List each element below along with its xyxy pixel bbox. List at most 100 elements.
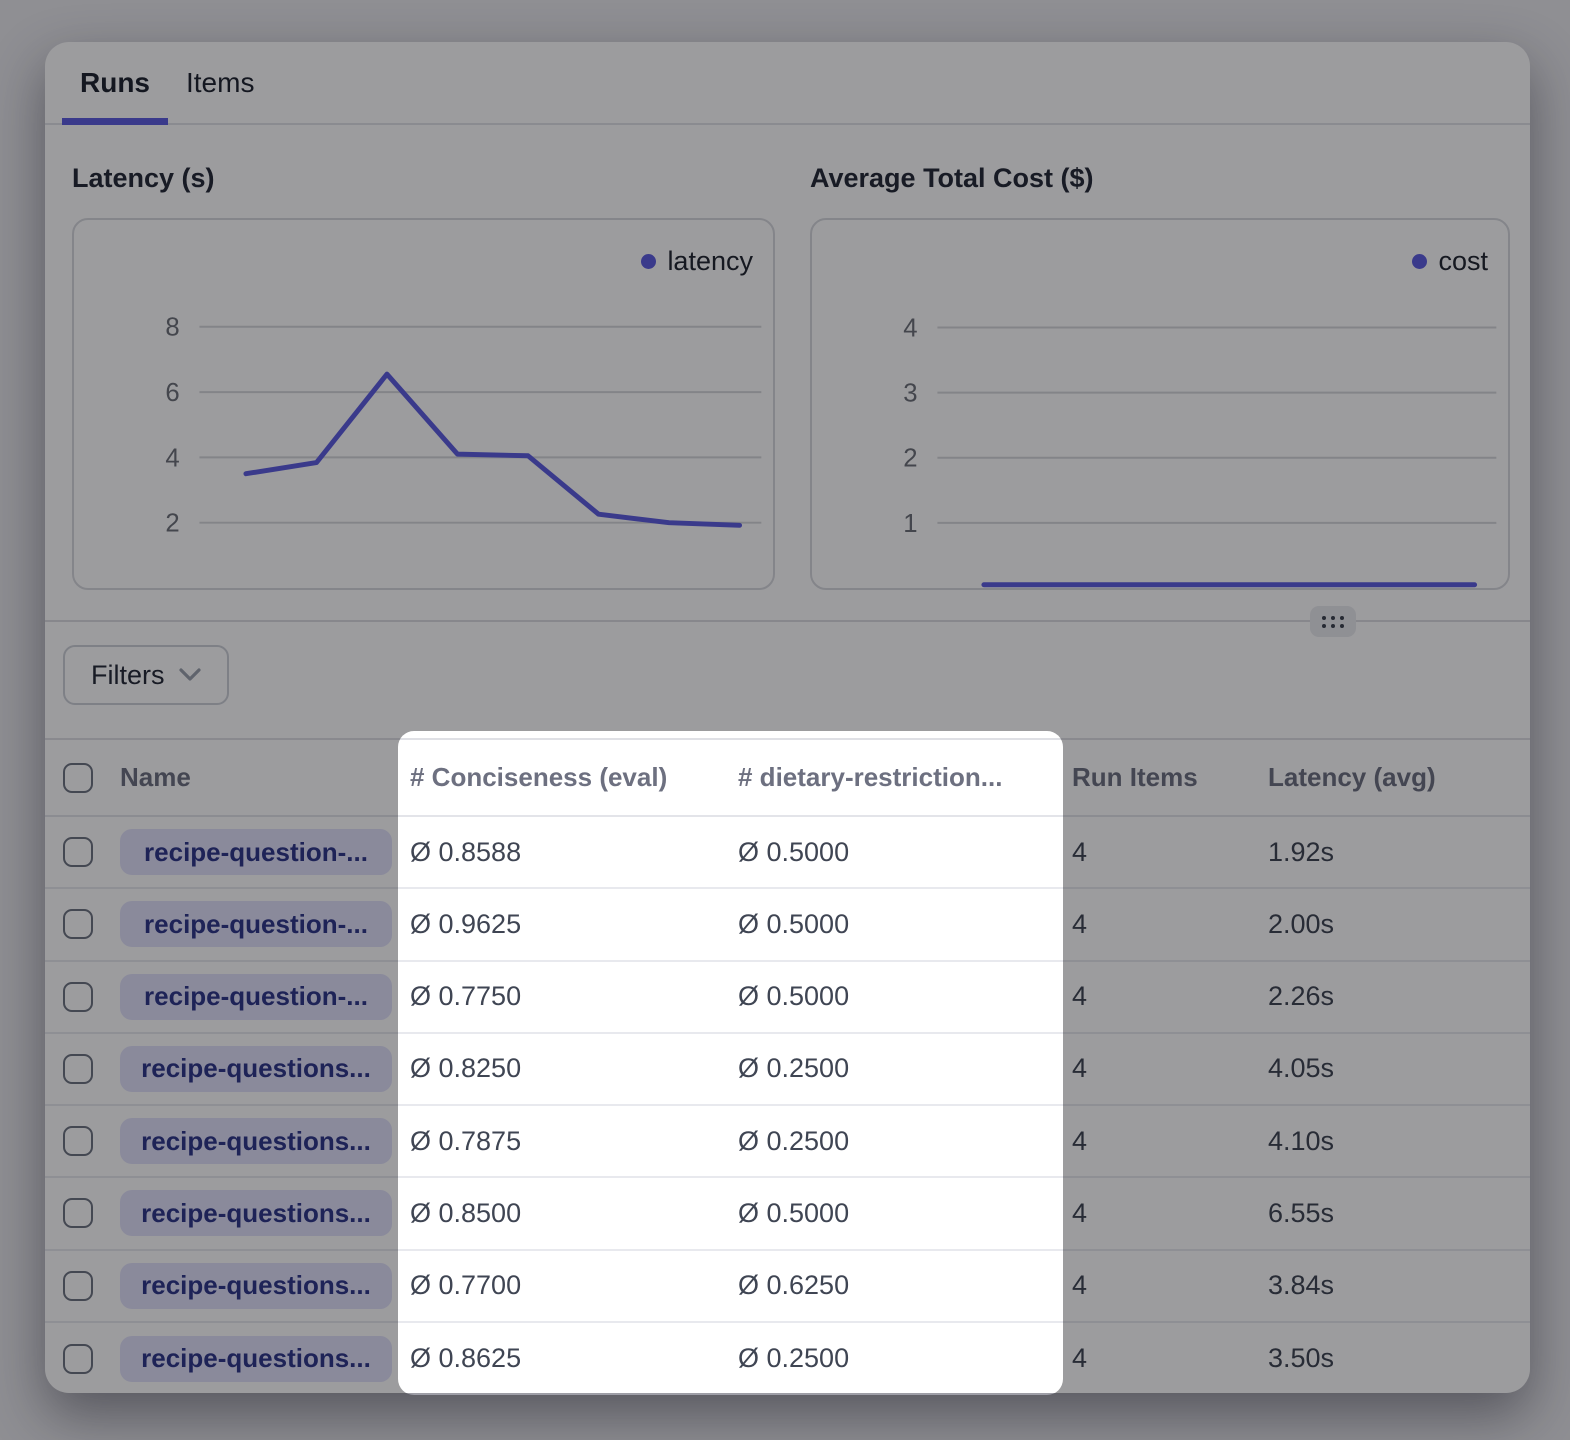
table-row[interactable]: recipe-questions... Ø 0.7875 Ø 0.2500 4 … <box>45 1106 1530 1178</box>
runs-table: Name # Conciseness (eval) # dietary-rest… <box>45 738 1530 1393</box>
run-items-value: 4 <box>1072 1198 1268 1229</box>
latency-chart-block: Latency (s) 2 4 6 8 latency <box>72 163 775 590</box>
select-all-checkbox[interactable] <box>63 763 93 793</box>
svg-text:8: 8 <box>165 314 179 342</box>
grip-dots-icon <box>1322 616 1344 628</box>
filters-row: Filters <box>63 645 229 705</box>
row-checkbox[interactable] <box>63 1054 93 1084</box>
row-checkbox[interactable] <box>63 909 93 939</box>
cost-legend-dot-icon <box>1412 254 1427 269</box>
table-row[interactable]: recipe-questions... Ø 0.7700 Ø 0.6250 4 … <box>45 1251 1530 1323</box>
cost-legend-label: cost <box>1438 246 1488 277</box>
row-checkbox[interactable] <box>63 982 93 1012</box>
svg-text:4: 4 <box>165 444 179 472</box>
conciseness-value: Ø 0.8250 <box>410 1053 738 1084</box>
cost-chart-block: Average Total Cost ($) 1 2 3 4 cost <box>810 163 1510 590</box>
column-header-conciseness: # Conciseness (eval) <box>410 762 738 793</box>
run-items-value: 4 <box>1072 981 1268 1012</box>
latency-avg-value: 4.10s <box>1268 1126 1530 1157</box>
latency-avg-value: 6.55s <box>1268 1198 1530 1229</box>
svg-text:6: 6 <box>165 379 179 407</box>
run-name-badge[interactable]: recipe-question-... <box>120 829 392 875</box>
table-row[interactable]: recipe-questions... Ø 0.8500 Ø 0.5000 4 … <box>45 1178 1530 1250</box>
conciseness-value: Ø 0.8588 <box>410 837 738 868</box>
conciseness-value: Ø 0.8500 <box>410 1198 738 1229</box>
svg-text:3: 3 <box>903 380 917 408</box>
dietary-restriction-value: Ø 0.2500 <box>738 1343 1072 1374</box>
dietary-restriction-value: Ø 0.6250 <box>738 1270 1072 1301</box>
cost-line-chart: 1 2 3 4 <box>812 220 1508 588</box>
table-row[interactable]: recipe-questions... Ø 0.8625 Ø 0.2500 4 … <box>45 1323 1530 1393</box>
run-items-value: 4 <box>1072 1126 1268 1157</box>
latency-avg-value: 3.50s <box>1268 1343 1530 1374</box>
run-name-badge[interactable]: recipe-questions... <box>120 1046 392 1092</box>
dietary-restriction-value: Ø 0.5000 <box>738 981 1072 1012</box>
run-name-badge[interactable]: recipe-questions... <box>120 1336 392 1382</box>
table-row[interactable]: recipe-questions... Ø 0.8250 Ø 0.2500 4 … <box>45 1034 1530 1106</box>
tab-bar: Runs Items <box>45 42 1530 125</box>
column-header-name: Name <box>120 762 410 793</box>
conciseness-value: Ø 0.9625 <box>410 909 738 940</box>
latency-avg-value: 1.92s <box>1268 837 1530 868</box>
charts-section: Latency (s) 2 4 6 8 latency Average Total C… <box>45 125 1530 622</box>
cost-legend: cost <box>1412 246 1488 277</box>
row-checkbox[interactable] <box>63 837 93 867</box>
run-items-value: 4 <box>1072 909 1268 940</box>
cost-chart: 1 2 3 4 cost <box>810 218 1510 590</box>
conciseness-value: Ø 0.7700 <box>410 1270 738 1301</box>
dietary-restriction-value: Ø 0.5000 <box>738 909 1072 940</box>
table-row[interactable]: recipe-question-... Ø 0.7750 Ø 0.5000 4 … <box>45 962 1530 1034</box>
svg-text:2: 2 <box>903 445 917 473</box>
runs-panel: Runs Items Latency (s) 2 4 6 8 latency Aver… <box>45 42 1530 1393</box>
run-name-badge[interactable]: recipe-questions... <box>120 1190 392 1236</box>
dietary-restriction-value: Ø 0.5000 <box>738 1198 1072 1229</box>
run-name-badge[interactable]: recipe-question-... <box>120 901 392 947</box>
run-items-value: 4 <box>1072 1343 1268 1374</box>
conciseness-value: Ø 0.7875 <box>410 1126 738 1157</box>
latency-chart: 2 4 6 8 latency <box>72 218 775 590</box>
tab-runs-label: Runs <box>80 67 150 99</box>
table-row[interactable]: recipe-question-... Ø 0.8588 Ø 0.5000 4 … <box>45 817 1530 889</box>
row-checkbox[interactable] <box>63 1271 93 1301</box>
run-items-value: 4 <box>1072 1270 1268 1301</box>
conciseness-value: Ø 0.7750 <box>410 981 738 1012</box>
latency-avg-value: 4.05s <box>1268 1053 1530 1084</box>
latency-avg-value: 2.26s <box>1268 981 1530 1012</box>
filters-button-label: Filters <box>91 660 165 691</box>
run-name-badge[interactable]: recipe-question-... <box>120 974 392 1020</box>
panel-resize-handle[interactable] <box>1310 606 1356 637</box>
run-items-value: 4 <box>1072 837 1268 868</box>
tab-items-label: Items <box>186 67 254 99</box>
tab-items[interactable]: Items <box>168 42 272 123</box>
row-checkbox[interactable] <box>63 1344 93 1374</box>
column-header-latency-avg: Latency (avg) <box>1268 762 1530 793</box>
dietary-restriction-value: Ø 0.2500 <box>738 1053 1072 1084</box>
svg-text:1: 1 <box>903 510 917 538</box>
dietary-restriction-value: Ø 0.5000 <box>738 837 1072 868</box>
latency-chart-title: Latency (s) <box>72 163 775 193</box>
row-checkbox[interactable] <box>63 1198 93 1228</box>
run-items-value: 4 <box>1072 1053 1268 1084</box>
row-checkbox[interactable] <box>63 1126 93 1156</box>
run-name-badge[interactable]: recipe-questions... <box>120 1118 392 1164</box>
filters-button[interactable]: Filters <box>63 645 229 705</box>
dietary-restriction-value: Ø 0.2500 <box>738 1126 1072 1157</box>
column-header-dietary-restriction: # dietary-restriction... <box>738 762 1072 793</box>
table-body: recipe-question-... Ø 0.8588 Ø 0.5000 4 … <box>45 817 1530 1393</box>
latency-avg-value: 3.84s <box>1268 1270 1530 1301</box>
cost-chart-title: Average Total Cost ($) <box>810 163 1510 193</box>
svg-text:2: 2 <box>165 510 179 538</box>
latency-legend-label: latency <box>667 246 753 277</box>
latency-legend-dot-icon <box>641 254 656 269</box>
run-name-badge[interactable]: recipe-questions... <box>120 1263 392 1309</box>
table-header-row: Name # Conciseness (eval) # dietary-rest… <box>45 740 1530 817</box>
charts-table-divider <box>45 620 1530 622</box>
conciseness-value: Ø 0.8625 <box>410 1343 738 1374</box>
latency-avg-value: 2.00s <box>1268 909 1530 940</box>
chevron-down-icon <box>179 668 201 682</box>
table-row[interactable]: recipe-question-... Ø 0.9625 Ø 0.5000 4 … <box>45 889 1530 961</box>
svg-text:4: 4 <box>903 314 917 342</box>
tab-runs[interactable]: Runs <box>62 42 168 123</box>
column-header-run-items: Run Items <box>1072 762 1268 793</box>
latency-legend: latency <box>641 246 753 277</box>
